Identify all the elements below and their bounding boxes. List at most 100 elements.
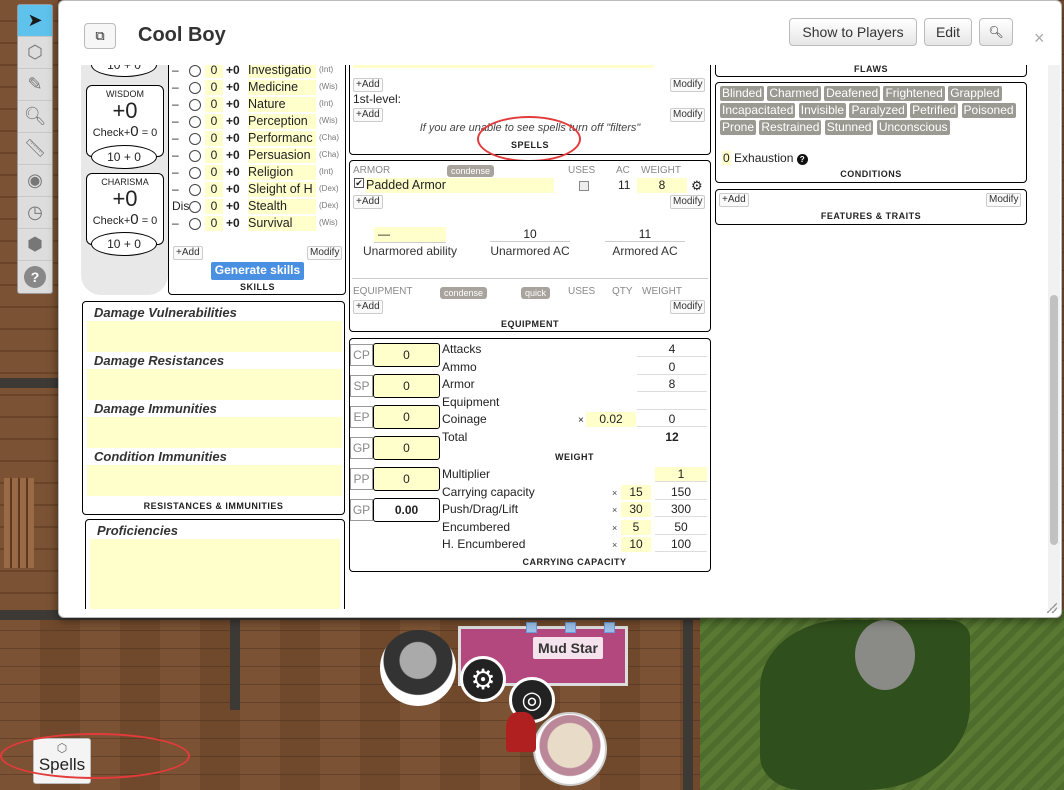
- skill-proficiency-radio[interactable]: [189, 133, 201, 145]
- condition-tag[interactable]: Stunned: [824, 120, 874, 135]
- skill-name[interactable]: Perception: [248, 114, 316, 129]
- skill-advantage[interactable]: –: [172, 216, 179, 230]
- condition-tag[interactable]: Petrified: [910, 103, 959, 118]
- token-resize-handle[interactable]: [565, 622, 576, 633]
- skill-name[interactable]: Performanc: [248, 131, 316, 146]
- armor-item-name[interactable]: Padded Armor: [366, 178, 554, 193]
- wisdom-score-oval[interactable]: 10 + 0: [91, 145, 157, 169]
- skills-add-button[interactable]: +Add: [173, 246, 203, 260]
- capacity-multiplier[interactable]: 5: [621, 519, 651, 535]
- condition-tag[interactable]: Frightened: [883, 86, 945, 101]
- spells-add-button[interactable]: +Add: [353, 78, 383, 92]
- coin-value[interactable]: 0: [373, 467, 440, 491]
- skill-advantage[interactable]: –: [172, 65, 179, 77]
- skill-advantage[interactable]: –: [172, 148, 179, 162]
- armor-equipped-checkbox[interactable]: ✔: [354, 178, 364, 188]
- draw-brush-icon[interactable]: ✎: [18, 69, 52, 101]
- skill-prof-value[interactable]: 0: [205, 131, 223, 146]
- features-add-button[interactable]: +Add: [719, 193, 749, 207]
- show-to-players-button[interactable]: Show to Players: [789, 18, 917, 46]
- skill-advantage[interactable]: –: [172, 165, 179, 179]
- armor-settings-gear-icon[interactable]: ⚙: [691, 178, 703, 194]
- ruler-icon[interactable]: 📏︎: [18, 133, 52, 165]
- skill-proficiency-radio[interactable]: [189, 150, 201, 162]
- equipment-condense-toggle[interactable]: condense: [440, 287, 488, 299]
- condition-tag[interactable]: Invisible: [798, 103, 847, 118]
- capacity-row-value[interactable]: 1: [655, 467, 707, 482]
- features-modify-button[interactable]: Modify: [986, 193, 1022, 207]
- skills-modify-button[interactable]: Modify: [307, 246, 343, 260]
- skill-proficiency-radio[interactable]: [189, 184, 201, 196]
- unarmored-ability-value[interactable]: —: [374, 227, 446, 243]
- condition-tag[interactable]: Prone: [720, 120, 757, 135]
- skill-prof-value[interactable]: 0: [205, 165, 223, 180]
- skill-proficiency-radio[interactable]: [189, 201, 201, 213]
- skill-proficiency-radio[interactable]: [189, 65, 201, 77]
- spells-modify-button[interactable]: Modify: [670, 78, 706, 92]
- skill-proficiency-radio[interactable]: [189, 116, 201, 128]
- ability-score-oval[interactable]: 10 + 0: [91, 65, 157, 77]
- help-icon[interactable]: ?: [796, 154, 808, 165]
- skill-name[interactable]: Investigatio: [248, 65, 316, 78]
- skill-name[interactable]: Stealth: [248, 199, 316, 214]
- vulnerabilities-textarea[interactable]: [87, 321, 342, 352]
- popout-button[interactable]: ⧉: [84, 23, 116, 49]
- skill-advantage[interactable]: –: [172, 131, 179, 145]
- search-button[interactable]: 🔍︎: [979, 18, 1013, 46]
- skill-prof-value[interactable]: 0: [205, 182, 223, 197]
- edit-button[interactable]: Edit: [924, 18, 972, 46]
- close-icon[interactable]: ×: [1034, 28, 1045, 49]
- token-resize-handle[interactable]: [604, 622, 615, 633]
- skill-advantage[interactable]: Dis: [172, 199, 189, 213]
- skill-advantage[interactable]: –: [172, 114, 179, 128]
- skill-prof-value[interactable]: 0: [205, 199, 223, 214]
- equipment-add-button[interactable]: +Add: [353, 300, 383, 314]
- sheet-scrollbar[interactable]: [1048, 65, 1060, 609]
- spells-level-add-button[interactable]: +Add: [353, 108, 383, 122]
- condition-tag[interactable]: Poisoned: [961, 103, 1016, 118]
- fog-eye-icon[interactable]: ◉: [18, 165, 52, 197]
- skill-prof-value[interactable]: 0: [205, 148, 223, 163]
- select-tool-icon[interactable]: ➤: [18, 5, 52, 37]
- scrollbar-thumb[interactable]: [1050, 295, 1058, 545]
- skill-prof-value[interactable]: 0: [205, 114, 223, 129]
- turn-clock-icon[interactable]: ◷: [18, 197, 52, 229]
- skill-advantage[interactable]: –: [172, 97, 179, 111]
- skill-proficiency-radio[interactable]: [189, 99, 201, 111]
- condition-tag[interactable]: Blinded: [720, 86, 765, 101]
- skill-name[interactable]: Nature: [248, 97, 316, 112]
- skill-advantage[interactable]: –: [172, 80, 179, 94]
- condition-tag[interactable]: Unconscious: [876, 120, 950, 135]
- skill-proficiency-radio[interactable]: [189, 82, 201, 94]
- coin-value[interactable]: 0: [373, 343, 440, 367]
- skill-prof-value[interactable]: 0: [205, 65, 223, 78]
- skill-name[interactable]: Persuasion: [248, 148, 316, 163]
- skill-name[interactable]: Sleight of H: [248, 182, 316, 197]
- armor-ac-value[interactable]: 11: [618, 178, 630, 192]
- resistances-textarea[interactable]: [87, 369, 342, 400]
- coin-value[interactable]: 0: [373, 405, 440, 429]
- capacity-multiplier[interactable]: 10: [621, 537, 651, 553]
- skill-prof-value[interactable]: 0: [205, 97, 223, 112]
- knight-token[interactable]: [533, 712, 607, 786]
- condition-tag[interactable]: Deafened: [824, 86, 881, 101]
- condition-tag[interactable]: Charmed: [767, 86, 821, 101]
- armor-modify-button[interactable]: Modify: [670, 195, 706, 209]
- skill-name[interactable]: Religion: [248, 165, 316, 180]
- sheet-scroll-area[interactable]: 10 + 0 WISDOM +0 Check+0 = 0 10 + 0 CHAR…: [59, 65, 1049, 609]
- armor-weight-value[interactable]: 8: [637, 178, 687, 193]
- gear-icon[interactable]: ⚙: [460, 656, 506, 702]
- condition-immunities-textarea[interactable]: [87, 465, 342, 496]
- skill-proficiency-radio[interactable]: [189, 218, 201, 230]
- skill-name[interactable]: Survival: [248, 216, 316, 231]
- skill-prof-value[interactable]: 0: [205, 80, 223, 95]
- coin-value[interactable]: 0: [373, 374, 440, 398]
- spells-level-modify-button[interactable]: Modify: [670, 108, 706, 122]
- hooded-figure-token[interactable]: [380, 630, 456, 706]
- proficiencies-textarea[interactable]: [90, 539, 340, 609]
- skill-prof-value[interactable]: 0: [205, 216, 223, 231]
- spell-name-field[interactable]: [353, 65, 653, 68]
- condition-tag[interactable]: Restrained: [759, 120, 822, 135]
- condition-tag[interactable]: Incapacitated: [720, 103, 796, 118]
- immunities-textarea[interactable]: [87, 417, 342, 448]
